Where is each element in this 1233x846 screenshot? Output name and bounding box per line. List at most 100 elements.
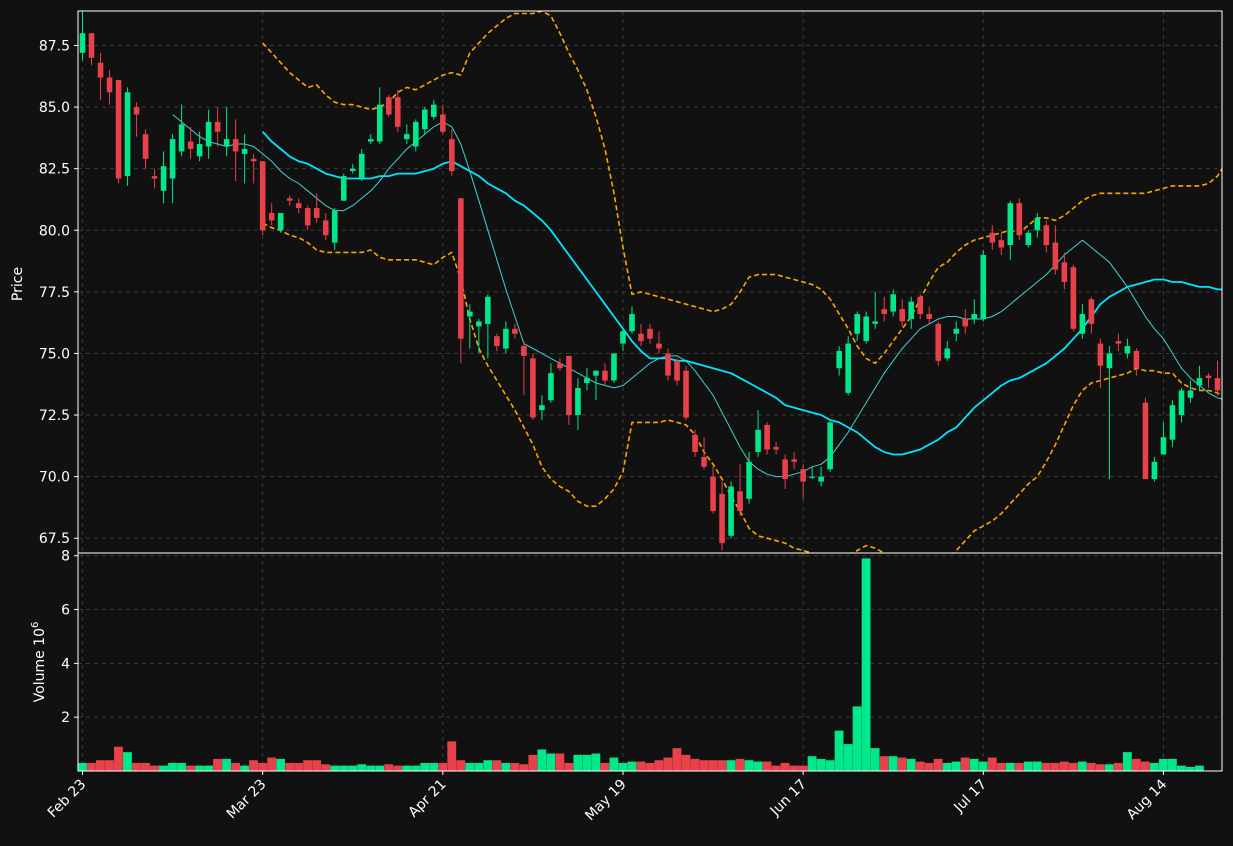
volume-bar	[915, 761, 925, 771]
volume-bar	[186, 765, 195, 771]
candle-body	[440, 114, 446, 132]
candle-body	[773, 447, 779, 450]
candle-body	[187, 141, 194, 149]
volume-bar	[366, 765, 376, 771]
volume-bar	[717, 760, 727, 771]
volume-bar	[996, 762, 1006, 771]
candle-body	[1160, 437, 1167, 455]
volume-bar	[321, 764, 331, 771]
candle-body	[151, 176, 158, 179]
volume-bar	[960, 757, 970, 771]
volume-bar	[1149, 762, 1159, 771]
candle-body	[313, 208, 320, 218]
volume-bar	[348, 765, 358, 771]
volume-bar	[483, 760, 493, 771]
volume-bar	[969, 758, 979, 771]
candle-body	[403, 134, 410, 140]
candle-body	[908, 301, 915, 319]
volume-bar	[195, 765, 204, 771]
volume-bar	[1104, 764, 1114, 771]
volume-tick-label: 2	[61, 710, 70, 726]
volume-bar	[726, 760, 736, 771]
volume-bar	[1050, 762, 1060, 771]
candle-body	[467, 311, 473, 317]
candle-body	[845, 343, 851, 393]
volume-bar	[555, 753, 565, 771]
candle-body	[223, 139, 230, 147]
volume-bar	[1023, 761, 1033, 771]
volume-bar	[330, 765, 340, 771]
price-tick-label: 75.0	[39, 346, 70, 362]
candle-body	[674, 360, 680, 381]
volume-bar	[402, 765, 412, 771]
volume-bar	[249, 760, 258, 771]
candle-body	[79, 33, 86, 53]
volume-bar	[1113, 762, 1123, 771]
volume-bar	[636, 761, 646, 771]
candle-body	[88, 33, 95, 58]
volume-bar	[798, 765, 808, 771]
volume-bar	[78, 762, 87, 771]
volume-bar	[681, 754, 691, 771]
candle-body	[286, 198, 293, 201]
volume-bar	[438, 762, 448, 771]
candle-body	[1088, 299, 1095, 324]
volume-bar	[141, 762, 150, 771]
candle-body	[881, 309, 887, 315]
volume-bar	[87, 762, 96, 771]
volume-bar	[105, 760, 114, 771]
candle-body	[917, 296, 924, 315]
candle-body	[701, 456, 707, 467]
candle-body	[1133, 350, 1140, 369]
candle-body	[638, 333, 644, 342]
volume-axis-label-exponent: 6	[30, 622, 41, 628]
candle-body	[665, 353, 671, 376]
volume-bar	[618, 762, 628, 771]
volume-bar	[168, 762, 177, 771]
volume-bar	[744, 760, 754, 771]
volume-bar	[600, 762, 610, 771]
volume-bar	[942, 762, 952, 771]
candle-body	[728, 486, 734, 536]
volume-bar	[951, 761, 961, 771]
candle-body	[944, 348, 951, 359]
candle-body	[890, 294, 897, 312]
volume-bar	[933, 758, 943, 771]
volume-bar	[1122, 752, 1132, 771]
volume-bar	[96, 760, 105, 771]
volume-tick-label: 6	[61, 603, 70, 619]
volume-bar	[267, 757, 276, 771]
volume-bar	[240, 765, 249, 771]
volume-bar	[645, 762, 655, 771]
candle-body	[872, 321, 878, 324]
volume-bar	[825, 760, 835, 771]
candle-body	[1169, 405, 1176, 440]
candle-body	[1034, 217, 1041, 231]
volume-bar	[222, 758, 231, 771]
volume-bar	[123, 752, 132, 771]
volume-bar	[852, 706, 862, 771]
volume-bar	[780, 762, 790, 771]
volume-bar	[735, 758, 745, 771]
candle-body	[232, 139, 239, 152]
volume-bar	[672, 748, 682, 771]
candle-body	[530, 358, 536, 418]
candle-body	[277, 213, 284, 231]
candle-body	[602, 370, 608, 381]
volume-bar	[807, 756, 817, 771]
volume-bar	[771, 765, 781, 771]
volume-bar	[114, 746, 123, 771]
candle-body	[115, 79, 122, 179]
volume-bar	[690, 758, 700, 771]
price-tick-label: 82.5	[39, 162, 70, 178]
candle-body	[899, 309, 906, 322]
candle-body	[656, 343, 662, 349]
candle-body	[458, 198, 464, 339]
volume-bar	[1086, 762, 1096, 771]
candle-body	[926, 314, 933, 319]
candle-body	[1151, 461, 1158, 480]
candle-body	[980, 254, 987, 319]
price-tick-label: 80.0	[39, 223, 70, 239]
candle-body	[124, 92, 131, 177]
volume-bar	[501, 762, 511, 771]
